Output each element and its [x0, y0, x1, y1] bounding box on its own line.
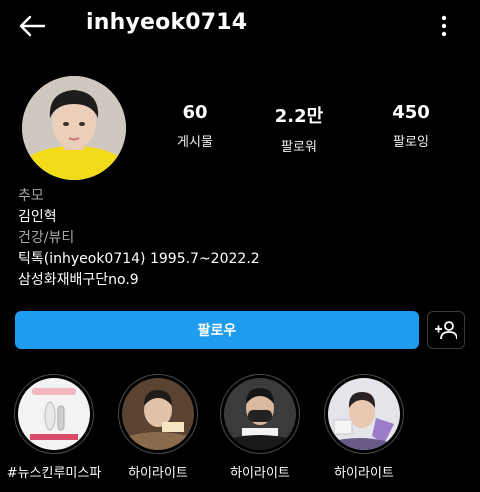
bio-line-team: 삼성화재배구단no.9 — [18, 272, 139, 288]
highlight-ring — [220, 374, 300, 454]
follow-button[interactable]: 팔로우 — [15, 311, 419, 349]
more-options-button[interactable] — [434, 12, 454, 40]
following-label: 팔로잉 — [393, 135, 429, 150]
vertical-dots-icon — [441, 15, 447, 37]
highlight-cover — [328, 378, 400, 450]
back-button[interactable] — [14, 10, 50, 42]
stat-posts[interactable]: 60 게시물 — [140, 102, 250, 150]
profile-username: inhyeok0714 — [86, 10, 248, 35]
story-highlights: #뉴스킨루미스파 하이라이트 하이라이트 하이라이트 — [0, 374, 480, 492]
category-label: 건강/뷰티 — [18, 230, 75, 246]
highlight-thumbnail — [328, 378, 400, 450]
highlight-ring — [324, 374, 404, 454]
highlight-ring — [118, 374, 198, 454]
highlight-item[interactable]: 하이라이트 — [212, 374, 308, 481]
highlight-ring — [14, 374, 94, 454]
highlight-item[interactable]: #뉴스킨루미스파 — [6, 374, 102, 481]
highlight-cover — [18, 378, 90, 450]
highlight-thumbnail — [224, 378, 296, 450]
highlight-thumbnail — [122, 378, 194, 450]
highlight-item[interactable]: 하이라이트 — [110, 374, 206, 481]
followers-label: 팔로워 — [281, 140, 317, 155]
suggested-accounts-button[interactable] — [427, 311, 465, 349]
bio-line-tiktok: 틱톡(inhyeok0714) 1995.7~2022.2 — [18, 251, 260, 267]
stat-following[interactable]: 450 팔로잉 — [356, 102, 466, 150]
arrow-left-icon — [19, 15, 46, 37]
posts-label: 게시물 — [177, 135, 213, 150]
highlight-cover — [224, 378, 296, 450]
profile-photo — [22, 76, 126, 180]
highlight-cover — [122, 378, 194, 450]
highlight-label: 하이라이트 — [128, 466, 188, 481]
highlight-label: 하이라이트 — [334, 466, 394, 481]
memorial-tag: 추모 — [18, 188, 44, 204]
highlight-label: 하이라이트 — [230, 466, 290, 481]
followers-count: 2.2만 — [274, 106, 324, 127]
profile-bio: 추모 김인혁 건강/뷰티 틱톡(inhyeok0714) 1995.7~2022… — [18, 186, 260, 291]
stat-followers[interactable]: 2.2만 팔로워 — [244, 102, 354, 155]
highlight-item[interactable]: 하이라이트 — [316, 374, 412, 481]
top-bar: inhyeok0714 — [0, 0, 480, 52]
add-person-icon — [435, 321, 457, 340]
posts-count: 60 — [182, 102, 208, 123]
highlight-label: #뉴스킨루미스파 — [6, 466, 102, 481]
profile-avatar[interactable] — [22, 76, 126, 180]
following-count: 450 — [392, 102, 430, 123]
full-name: 김인혁 — [18, 209, 57, 225]
highlight-thumbnail — [18, 378, 90, 450]
